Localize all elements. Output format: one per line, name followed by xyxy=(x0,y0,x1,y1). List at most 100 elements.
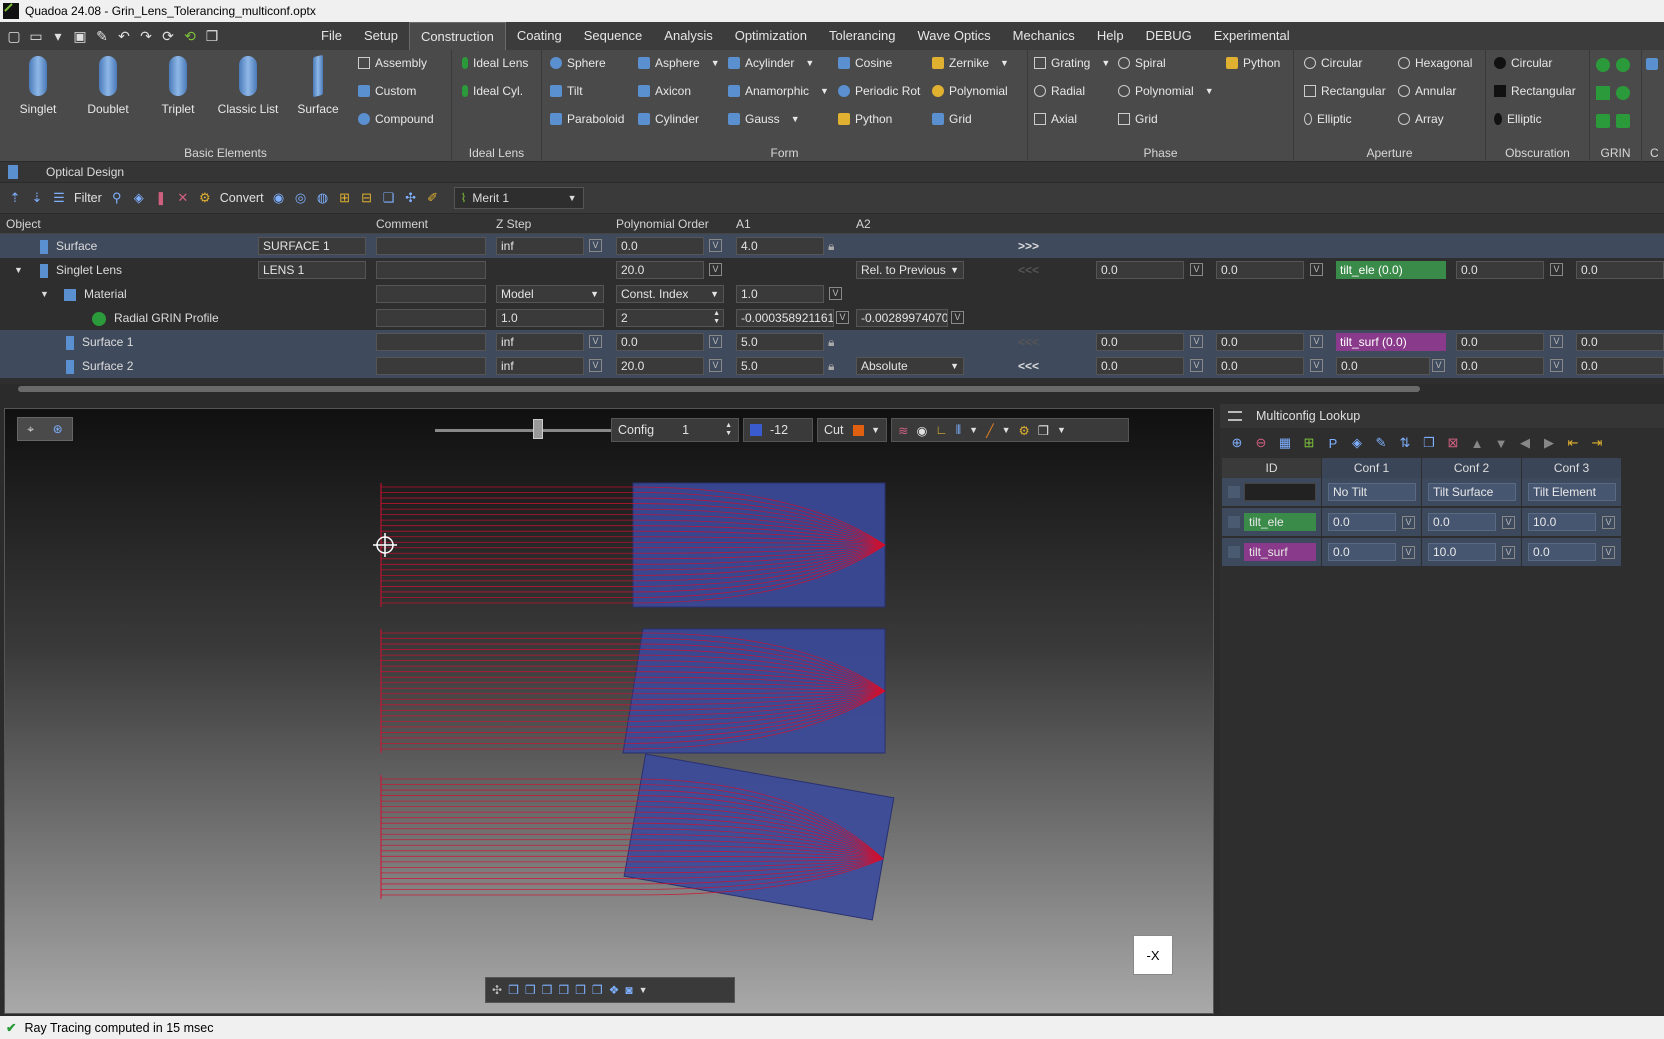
aperture-annular-button[interactable]: Annular xyxy=(1398,84,1456,98)
menu-item-analysis[interactable]: Analysis xyxy=(653,22,723,50)
parameter-id[interactable]: tilt_ele xyxy=(1244,513,1316,531)
remove-config-icon[interactable]: ⊖ xyxy=(1252,434,1270,452)
anamorphic-button[interactable]: Anamorphic ▼ xyxy=(728,84,829,98)
a1-field[interactable]: -0.000358921161 xyxy=(736,309,834,327)
import-icon[interactable]: ⇤ xyxy=(1564,434,1582,452)
decenter-y-field[interactable]: 0.0 xyxy=(1216,357,1304,375)
filter-label[interactable]: Filter xyxy=(72,191,104,205)
comment-field[interactable] xyxy=(376,333,486,351)
grin-axial-button[interactable] xyxy=(1596,86,1610,100)
thickness-field[interactable]: 20.0 xyxy=(616,357,704,375)
tilt-z-field[interactable]: 0.0 xyxy=(1576,333,1664,351)
refresh-icon[interactable]: ⟳ xyxy=(158,26,178,46)
value-field[interactable]: 0.0 xyxy=(1428,513,1496,531)
menu-item-debug[interactable]: DEBUG xyxy=(1135,22,1203,50)
save-as-icon[interactable]: ✎ xyxy=(92,26,112,46)
radius-field[interactable]: inf xyxy=(496,333,584,351)
cube-icon[interactable]: ◈ xyxy=(130,189,148,207)
menu-item-optimization[interactable]: Optimization xyxy=(724,22,818,50)
window-icon[interactable]: ❐ xyxy=(202,26,222,46)
obscuration-rectangular-button[interactable]: Rectangular xyxy=(1494,84,1576,98)
collapse-columns-button[interactable]: <<< xyxy=(1018,333,1039,351)
grin-tri-button[interactable] xyxy=(1596,114,1610,128)
reference-select[interactable]: Rel. to Previous ▼ xyxy=(856,261,964,279)
variable-checkbox[interactable]: V xyxy=(1310,263,1323,276)
parameter-id[interactable]: tilt_surf xyxy=(1244,543,1316,561)
menu-item-sequence[interactable]: Sequence xyxy=(573,22,654,50)
scrollbar-thumb[interactable] xyxy=(18,386,1420,392)
tilt-button[interactable]: Tilt xyxy=(550,84,583,98)
decenter-x-field[interactable]: 0.0 xyxy=(1096,261,1184,279)
comment-field[interactable] xyxy=(376,261,486,279)
tree-row-radial-grin-profile[interactable]: Radial GRIN Profile 1.0 2 ▲ ▼ -0.000358921… xyxy=(0,306,1664,330)
python-form-button[interactable]: Python xyxy=(838,112,892,126)
add-row-icon[interactable]: ⊞ xyxy=(1300,434,1318,452)
grin-icon[interactable]: ❚ xyxy=(152,189,170,207)
variable-checkbox[interactable]: V xyxy=(1550,335,1563,348)
value-field[interactable]: 0.0 xyxy=(1328,543,1396,561)
redo-icon[interactable]: ↷ xyxy=(136,26,156,46)
grin-r-button[interactable] xyxy=(1616,86,1630,100)
camera-icon[interactable]: ◙ xyxy=(625,983,632,997)
config-name-field[interactable] xyxy=(1244,483,1316,501)
tree-row-surface-2[interactable]: Surface 2 inf V 20.0 V 5.0 🔒︎ Absolute ▼ <<<… xyxy=(0,354,1664,378)
grin-radial-button[interactable] xyxy=(1596,58,1610,72)
reference-select[interactable]: Absolute ▼ xyxy=(856,357,964,375)
index-type-select[interactable]: Const. Index ▼ xyxy=(616,285,724,303)
menu-item-help[interactable]: Help xyxy=(1086,22,1135,50)
horizontal-scrollbar[interactable] xyxy=(0,384,1664,394)
view-iso-icon[interactable]: ❖ xyxy=(609,983,620,997)
variable-checkbox[interactable]: V xyxy=(709,239,722,252)
column-header[interactable]: Conf 1 xyxy=(1322,458,1422,478)
surface-button[interactable]: Surface xyxy=(286,54,350,116)
collapse-columns-button[interactable]: <<< xyxy=(1018,261,1039,279)
undo-icon[interactable]: ↶ xyxy=(114,26,134,46)
menu-item-experimental[interactable]: Experimental xyxy=(1203,22,1301,50)
tilt-y-field[interactable]: 0.0 xyxy=(1456,333,1544,351)
semi-diameter-field[interactable]: 5.0 xyxy=(736,333,824,351)
add-param-icon[interactable]: P xyxy=(1324,434,1342,452)
list-view-icon[interactable]: ☰ xyxy=(50,189,68,207)
delete-row-icon[interactable]: ⊠ xyxy=(1444,434,1462,452)
object-name-field[interactable]: LENS 1 xyxy=(258,261,366,279)
variable-checkbox[interactable]: V xyxy=(589,359,602,372)
add-config-icon[interactable]: ⊕ xyxy=(1228,434,1246,452)
move-left-icon[interactable]: ◀ xyxy=(1516,434,1534,452)
move-right-icon[interactable]: ▶ xyxy=(1540,434,1558,452)
collapse-columns-button[interactable]: <<< xyxy=(1018,357,1039,375)
poly-order-spinner[interactable]: 2 ▲ ▼ xyxy=(616,309,724,327)
column-header[interactable]: Conf 3 xyxy=(1522,458,1622,478)
auto-update-icon[interactable]: ⟲ xyxy=(180,26,200,46)
aperture-array-button[interactable]: Array xyxy=(1398,112,1444,126)
brush-icon[interactable]: ✐ xyxy=(424,189,442,207)
decenter-x-field[interactable]: 0.0 xyxy=(1096,357,1184,375)
thickness-field[interactable]: 0.0 xyxy=(616,333,704,351)
obscuration-circular-button[interactable]: Circular xyxy=(1494,56,1552,70)
decenter-y-field[interactable]: 0.0 xyxy=(1216,261,1304,279)
view-left-icon[interactable]: ❒ xyxy=(542,983,553,997)
tilt-y-field[interactable]: 0.0 xyxy=(1456,357,1544,375)
config-name-field[interactable]: Tilt Element xyxy=(1528,483,1616,501)
view-top-icon[interactable]: ❒ xyxy=(575,983,586,997)
tilt-x-field[interactable]: 0.0 xyxy=(1336,357,1430,375)
decenter-y-field[interactable]: 0.0 xyxy=(1216,333,1304,351)
polynomial-form-button[interactable]: Polynomial xyxy=(932,84,1008,98)
view-front-icon[interactable]: ❒ xyxy=(508,983,519,997)
tree-row-surface-1[interactable]: Surface 1 inf V 0.0 V 5.0 🔒︎ <<< 0.0 V 0.0 V … xyxy=(0,330,1664,354)
variable-checkbox[interactable]: V xyxy=(709,263,722,276)
menu-item-tolerancing[interactable]: Tolerancing xyxy=(818,22,907,50)
save-icon[interactable]: ▣ xyxy=(70,26,90,46)
aperture-hexagonal-button[interactable]: Hexagonal xyxy=(1398,56,1472,70)
settings-icon[interactable]: ⚙ xyxy=(196,189,214,207)
triplet-button[interactable]: Triplet xyxy=(146,56,210,116)
python-phase-button[interactable]: Python xyxy=(1226,56,1280,70)
expand-columns-button[interactable]: >>> xyxy=(1018,237,1039,255)
grating-button[interactable]: Grating ▼ xyxy=(1034,56,1110,70)
view-bottom-icon[interactable]: ❒ xyxy=(592,983,603,997)
variable-checkbox[interactable]: V xyxy=(836,311,849,324)
variable-checkbox[interactable]: V xyxy=(1310,335,1323,348)
zernike-button[interactable]: Zernike ▼ xyxy=(932,56,1009,70)
move-down-icon[interactable]: ⇣ xyxy=(28,189,46,207)
compound-button[interactable]: Compound xyxy=(358,112,434,126)
variable-checkbox[interactable]: V xyxy=(1502,546,1515,559)
